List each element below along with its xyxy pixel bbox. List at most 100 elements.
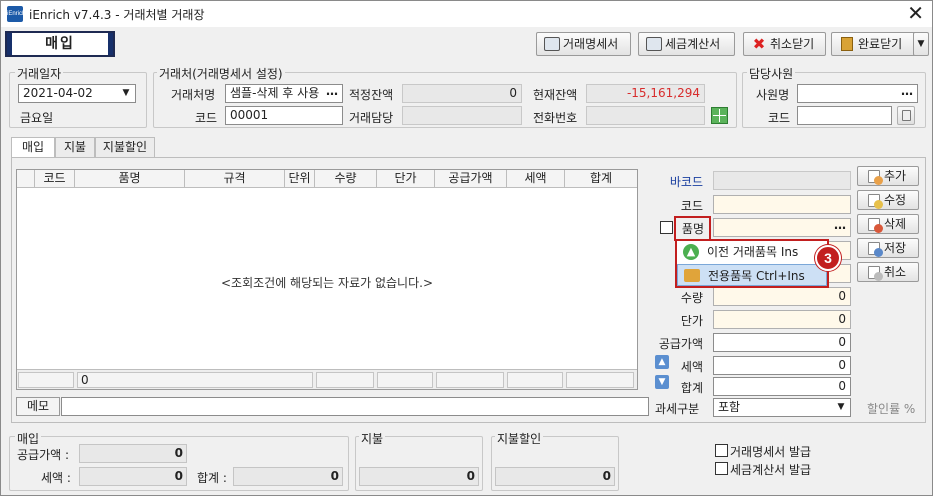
- footer-qty: 0: [77, 372, 313, 388]
- tab-payment[interactable]: 지불: [55, 137, 95, 157]
- up-arrow-icon: ▲: [683, 244, 699, 260]
- price-field[interactable]: 0: [713, 310, 851, 329]
- printer-icon: [544, 37, 560, 51]
- issue-statement-label: 거래명세서 발급: [730, 445, 812, 459]
- price-label: 단가: [680, 314, 703, 328]
- balance-field: 0: [402, 84, 522, 103]
- grid-footer: 0: [17, 369, 637, 389]
- issue-tax-invoice-label: 세금계산서 발급: [730, 463, 812, 477]
- date-group-label: 거래일자: [15, 65, 64, 82]
- print-statement-button[interactable]: 거래명세서: [536, 32, 631, 56]
- print-tax-invoice-button[interactable]: 세금계산서: [638, 32, 735, 56]
- app-logo-icon: iEnrich: [7, 6, 25, 22]
- col-price[interactable]: 단가: [377, 170, 435, 188]
- purchase-summary-title: 매입: [15, 430, 42, 447]
- col-code[interactable]: 코드: [35, 170, 75, 188]
- date-picker[interactable]: 2021-04-02 ▼: [18, 84, 136, 103]
- col-unit[interactable]: 단위: [285, 170, 315, 188]
- delete-button[interactable]: 삭제: [857, 214, 919, 234]
- done-close-button[interactable]: 완료닫기: [831, 32, 916, 56]
- more-dots-icon[interactable]: …: [899, 85, 915, 102]
- qty-field[interactable]: 0: [713, 287, 851, 306]
- chevron-down-icon[interactable]: ▼: [117, 85, 135, 102]
- supply-field[interactable]: 0: [713, 333, 851, 352]
- partner-code-label: 코드: [195, 111, 218, 125]
- edit-button[interactable]: 수정: [857, 190, 919, 210]
- menu-item-previous-label: 이전 거래품목 Ins: [707, 245, 799, 259]
- items-grid[interactable]: 코드 품명 규격 단위 수량 단가 공급가액 세액 합계 <조회조건에 해당되는…: [16, 169, 638, 390]
- tax-field[interactable]: 0: [713, 356, 851, 375]
- staff-search-button[interactable]: [897, 106, 915, 125]
- staff-code-field[interactable]: [797, 106, 892, 125]
- tab-payment-discount[interactable]: 지불할인: [95, 137, 155, 157]
- grid-view-icon[interactable]: [711, 107, 728, 124]
- footer-cell: [316, 372, 374, 388]
- col-total[interactable]: 합계: [565, 170, 637, 188]
- phone-field: [586, 106, 705, 125]
- phone-label: 전화번호: [533, 111, 578, 125]
- issue-tax-invoice-checkbox[interactable]: [715, 462, 728, 475]
- tax-type-value: 포함: [718, 400, 741, 414]
- cancel-close-button[interactable]: ✖ 취소닫기: [743, 32, 826, 56]
- discount-rate-label: 할인률 %: [867, 402, 916, 416]
- partner-manager-field: [402, 106, 522, 125]
- close-window-button[interactable]: ✕: [907, 2, 924, 24]
- partner-name-label: 거래처명: [171, 88, 216, 102]
- save-button[interactable]: 저장: [857, 238, 919, 258]
- more-dots-icon[interactable]: …: [324, 85, 340, 102]
- item-name-highlight: [674, 216, 711, 241]
- weekday-label: 금요일: [20, 111, 54, 125]
- staff-name-field[interactable]: …: [797, 84, 918, 103]
- issue-statement-checkbox[interactable]: [715, 444, 728, 457]
- tab-purchase[interactable]: 매입: [11, 137, 55, 158]
- qty-label: 수량: [680, 291, 703, 305]
- partner-group-label: 거래처(거래명세서 설정): [157, 65, 285, 82]
- add-icon: [868, 170, 883, 185]
- col-supply[interactable]: 공급가액: [435, 170, 507, 188]
- partner-name-field[interactable]: 샘플-삭제 후 사용 …: [225, 84, 343, 103]
- cancel-button[interactable]: 취소: [857, 262, 919, 282]
- done-close-dropdown[interactable]: ▼: [913, 32, 929, 56]
- arrow-up-icon[interactable]: ▲: [655, 355, 669, 369]
- staff-group-label: 담당사원: [747, 65, 796, 82]
- save-label: 저장: [884, 241, 907, 255]
- grid-header: 코드 품명 규격 단위 수량 단가 공급가액 세액 합계: [17, 170, 637, 188]
- staff-code-label: 코드: [768, 111, 791, 125]
- add-button[interactable]: 추가: [857, 166, 919, 186]
- col-tax[interactable]: 세액: [507, 170, 565, 188]
- chevron-down-icon[interactable]: ▼: [832, 399, 850, 416]
- menu-item-previous-items[interactable]: ▲ 이전 거래품목 Ins: [677, 241, 827, 263]
- current-balance-field: -15,161,294: [586, 84, 705, 103]
- col-item-name[interactable]: 품명: [75, 170, 185, 188]
- summary-supply-value: 0: [79, 444, 187, 463]
- window-title: iEnrich v7.4.3 - 거래처별 거래장: [29, 8, 205, 22]
- code-label: 코드: [680, 199, 703, 213]
- tax-type-select[interactable]: 포함 ▼: [713, 398, 851, 417]
- col-qty[interactable]: 수량: [315, 170, 377, 188]
- item-code-field[interactable]: [713, 195, 851, 214]
- arrow-down-icon[interactable]: ▼: [655, 375, 669, 389]
- delete-icon: [868, 218, 883, 233]
- title-bar: iEnrich iEnrich v7.4.3 - 거래처별 거래장 ✕: [1, 1, 932, 27]
- item-context-menu: ▲ 이전 거래품목 Ins 전용품목 Ctrl+Ins: [675, 239, 829, 288]
- footer-cell: [18, 372, 74, 388]
- item-name-field[interactable]: …: [713, 218, 851, 237]
- edit-label: 수정: [884, 193, 907, 207]
- footer-cell: [566, 372, 634, 388]
- menu-item-dedicated-items[interactable]: 전용품목 Ctrl+Ins: [677, 264, 827, 286]
- summary-tax-label: 세액 :: [41, 471, 71, 485]
- delete-label: 삭제: [884, 217, 907, 231]
- book-icon: [841, 37, 853, 51]
- memo-field[interactable]: [61, 397, 649, 416]
- payment-discount-summary-value: 0: [495, 467, 615, 486]
- db-icon: [902, 110, 911, 121]
- partner-code-field[interactable]: 00001: [225, 106, 343, 125]
- step-badge: 3: [815, 245, 841, 271]
- item-name-checkbox[interactable]: [660, 221, 673, 234]
- summary-total-label: 합계 :: [197, 471, 227, 485]
- balance-label: 적정잔액: [349, 88, 394, 102]
- col-spec[interactable]: 규격: [185, 170, 285, 188]
- footer-cell: [436, 372, 504, 388]
- total-field[interactable]: 0: [713, 377, 851, 396]
- more-dots-icon[interactable]: …: [832, 219, 848, 236]
